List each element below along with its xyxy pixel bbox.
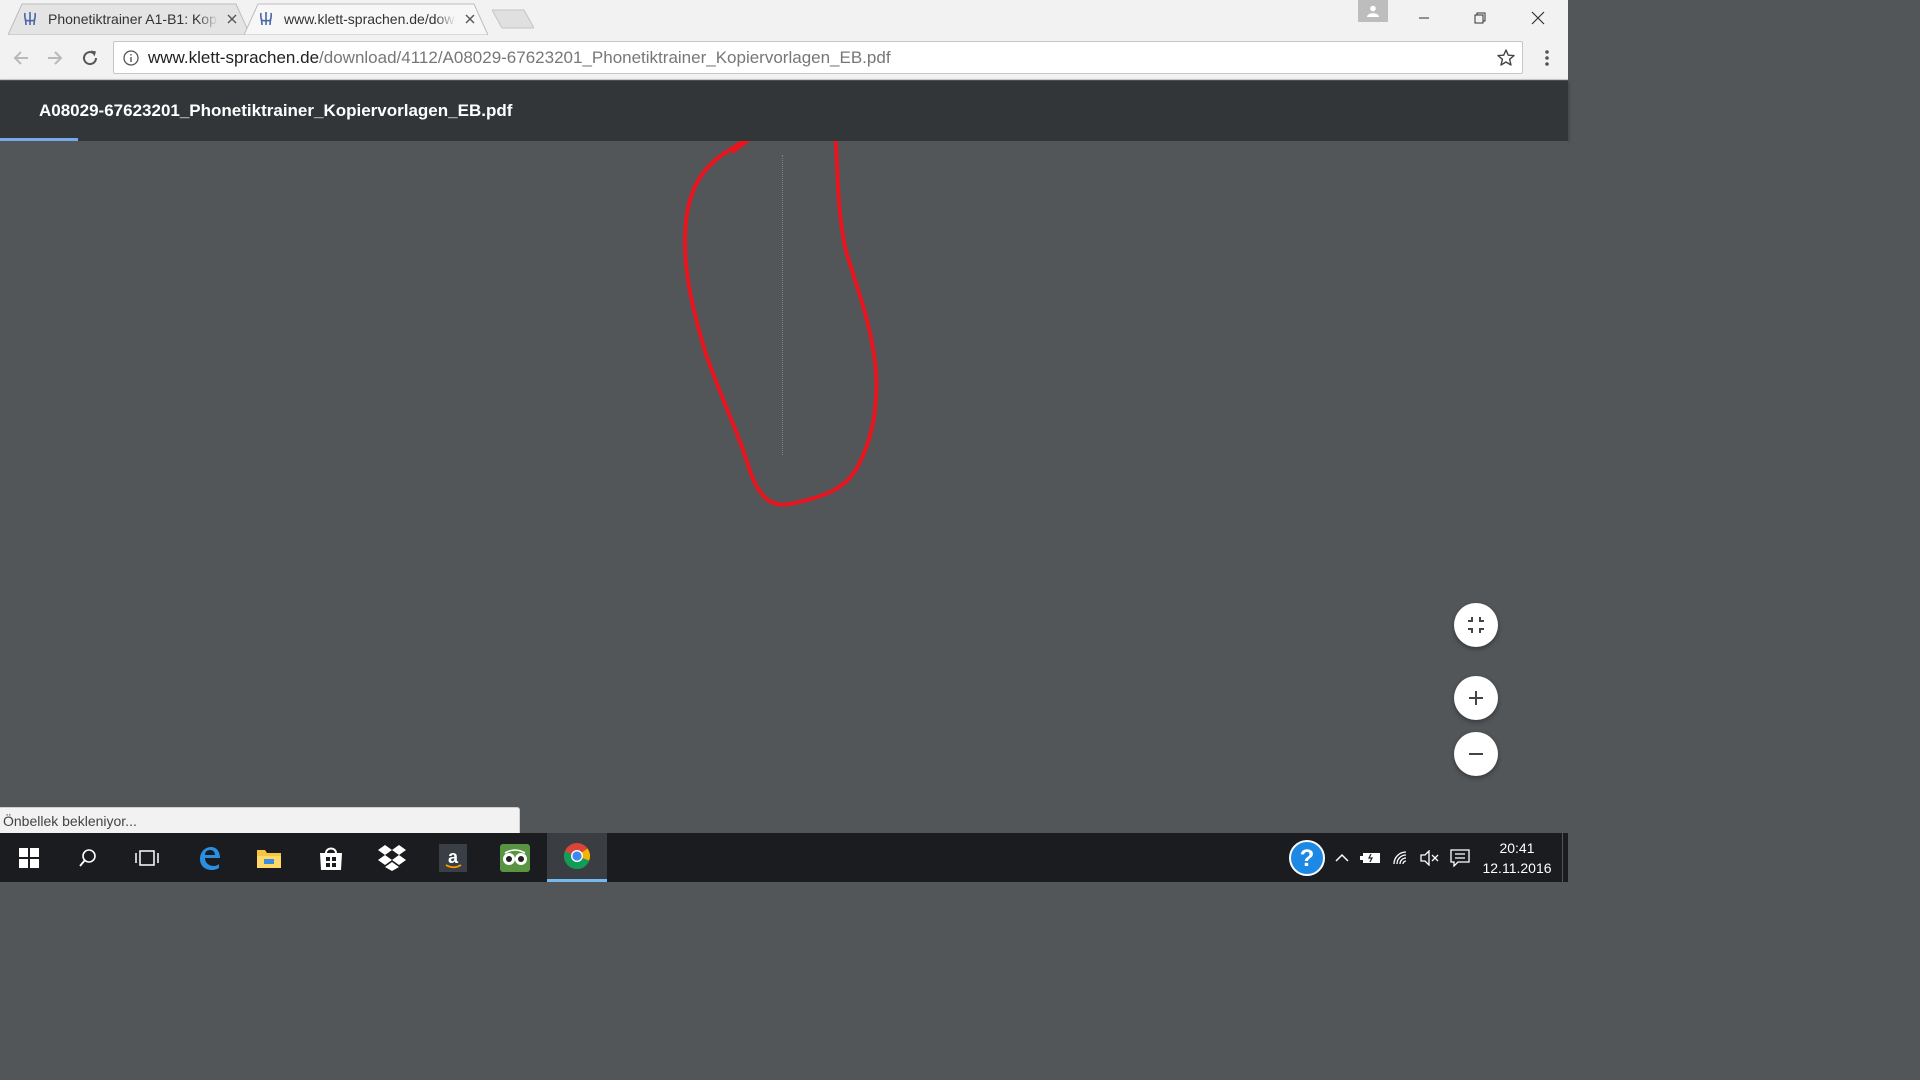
taskbar-dropbox[interactable] (363, 833, 421, 882)
show-hidden-icons-button[interactable] (1330, 833, 1354, 882)
restore-icon (1474, 12, 1486, 23)
svg-text:a: a (448, 847, 459, 867)
tab-title: www.klett-sprachen.de/download/4112 (284, 11, 456, 27)
tab-klett-download[interactable]: www.klett-sprachen.de/download/4112 (244, 3, 488, 35)
url-domain: www.klett-sprachen.de (148, 47, 320, 67)
minus-icon (1469, 753, 1483, 755)
taskbar-chrome[interactable] (547, 833, 607, 882)
status-bubble: Önbellek bekleniyor... (0, 807, 520, 833)
help-icon: ? (1289, 839, 1325, 876)
help-tray-button[interactable]: ? (1286, 833, 1328, 882)
taskbar-file-explorer[interactable] (240, 833, 298, 882)
clock-date: 12.11.2016 (1482, 860, 1552, 876)
show-desktop-button[interactable] (1562, 833, 1568, 882)
svg-text:?: ? (1300, 845, 1315, 872)
close-icon[interactable] (224, 11, 240, 27)
taskbar-edge[interactable] (180, 833, 238, 882)
close-icon[interactable] (462, 11, 478, 27)
plus-icon (1469, 691, 1483, 705)
taskbar-amazon[interactable]: a (424, 833, 482, 882)
battery-tray-button[interactable] (1356, 833, 1386, 882)
fit-to-page-button[interactable] (1454, 603, 1498, 647)
fit-page-icon (1468, 617, 1484, 633)
amazon-icon: a (439, 843, 467, 872)
restore-button[interactable] (1452, 0, 1508, 35)
close-icon (1531, 11, 1545, 24)
windows-logo-icon (19, 847, 39, 868)
user-icon (1367, 5, 1379, 17)
tab-phonetiktrainer[interactable]: Phonetiktrainer A1-B1: Kopiervorlagen (8, 3, 250, 35)
wifi-icon (1393, 850, 1407, 864)
close-window-button[interactable] (1510, 0, 1566, 35)
dropbox-icon (378, 844, 406, 871)
new-tab-button[interactable] (492, 9, 534, 29)
notification-icon (1450, 848, 1470, 867)
search-button[interactable] (59, 833, 117, 882)
tripadvisor-icon (500, 843, 530, 872)
reload-button[interactable] (75, 43, 105, 73)
pdf-viewport[interactable] (0, 141, 1568, 833)
task-view-icon (135, 849, 159, 866)
arrow-right-icon (48, 51, 63, 65)
pdf-title: A08029-67623201_Phonetiktrainer_Kopiervo… (39, 101, 513, 120)
profile-button[interactable] (1358, 0, 1388, 22)
zoom-out-button[interactable] (1454, 732, 1498, 776)
taskbar-tripadvisor[interactable] (486, 833, 544, 882)
tab-title: Phonetiktrainer A1-B1: Kopiervorlagen (48, 11, 218, 27)
red-circle-annotation (682, 141, 879, 507)
url-path: /download/4112/A08029-67623201_Phonetikt… (319, 47, 891, 67)
tab-strip: Phonetiktrainer A1-B1: Kopiervorlagen ww… (0, 0, 1568, 35)
search-icon (79, 848, 96, 867)
reload-icon (83, 50, 98, 66)
back-button[interactable] (6, 43, 36, 73)
bookmark-star-icon[interactable] (1496, 48, 1516, 73)
windows-taskbar: a ? 20:41 12.11.2016 (0, 833, 1568, 882)
chrome-menu-button[interactable] (1534, 43, 1560, 73)
volume-muted-icon (1420, 849, 1439, 866)
url-text: www.klett-sprachen.de/download/4112/A080… (148, 48, 891, 68)
battery-icon (1360, 852, 1380, 863)
task-view-button[interactable] (118, 833, 176, 882)
edge-icon (200, 846, 220, 870)
klett-favicon-icon (22, 11, 38, 27)
start-button[interactable] (0, 833, 58, 882)
info-icon[interactable] (114, 49, 148, 66)
chevron-up-icon (1335, 853, 1349, 862)
klett-favicon-icon (258, 11, 274, 27)
chrome-icon (563, 843, 590, 870)
action-center-button[interactable] (1446, 833, 1474, 882)
address-bar[interactable]: www.klett-sprachen.de/download/4112/A080… (113, 41, 1523, 74)
page-placeholder-line (782, 155, 783, 455)
browser-toolbar: www.klett-sprachen.de/download/4112/A080… (0, 35, 1568, 80)
wifi-tray-button[interactable] (1388, 833, 1416, 882)
clock-time: 20:41 (1499, 840, 1535, 856)
taskbar-clock[interactable]: 20:41 12.11.2016 (1474, 838, 1560, 878)
zoom-in-button[interactable] (1454, 676, 1498, 720)
store-icon (320, 847, 342, 870)
more-vert-icon (1545, 50, 1549, 66)
arrow-left-icon (13, 51, 28, 65)
forward-button[interactable] (40, 43, 70, 73)
folder-icon (257, 849, 281, 868)
taskbar-store[interactable] (302, 833, 360, 882)
minimize-icon (1419, 17, 1429, 18)
minimize-button[interactable] (1396, 0, 1452, 35)
volume-tray-button[interactable] (1416, 833, 1444, 882)
pdf-toolbar: A08029-67623201_Phonetiktrainer_Kopiervo… (0, 81, 1568, 141)
